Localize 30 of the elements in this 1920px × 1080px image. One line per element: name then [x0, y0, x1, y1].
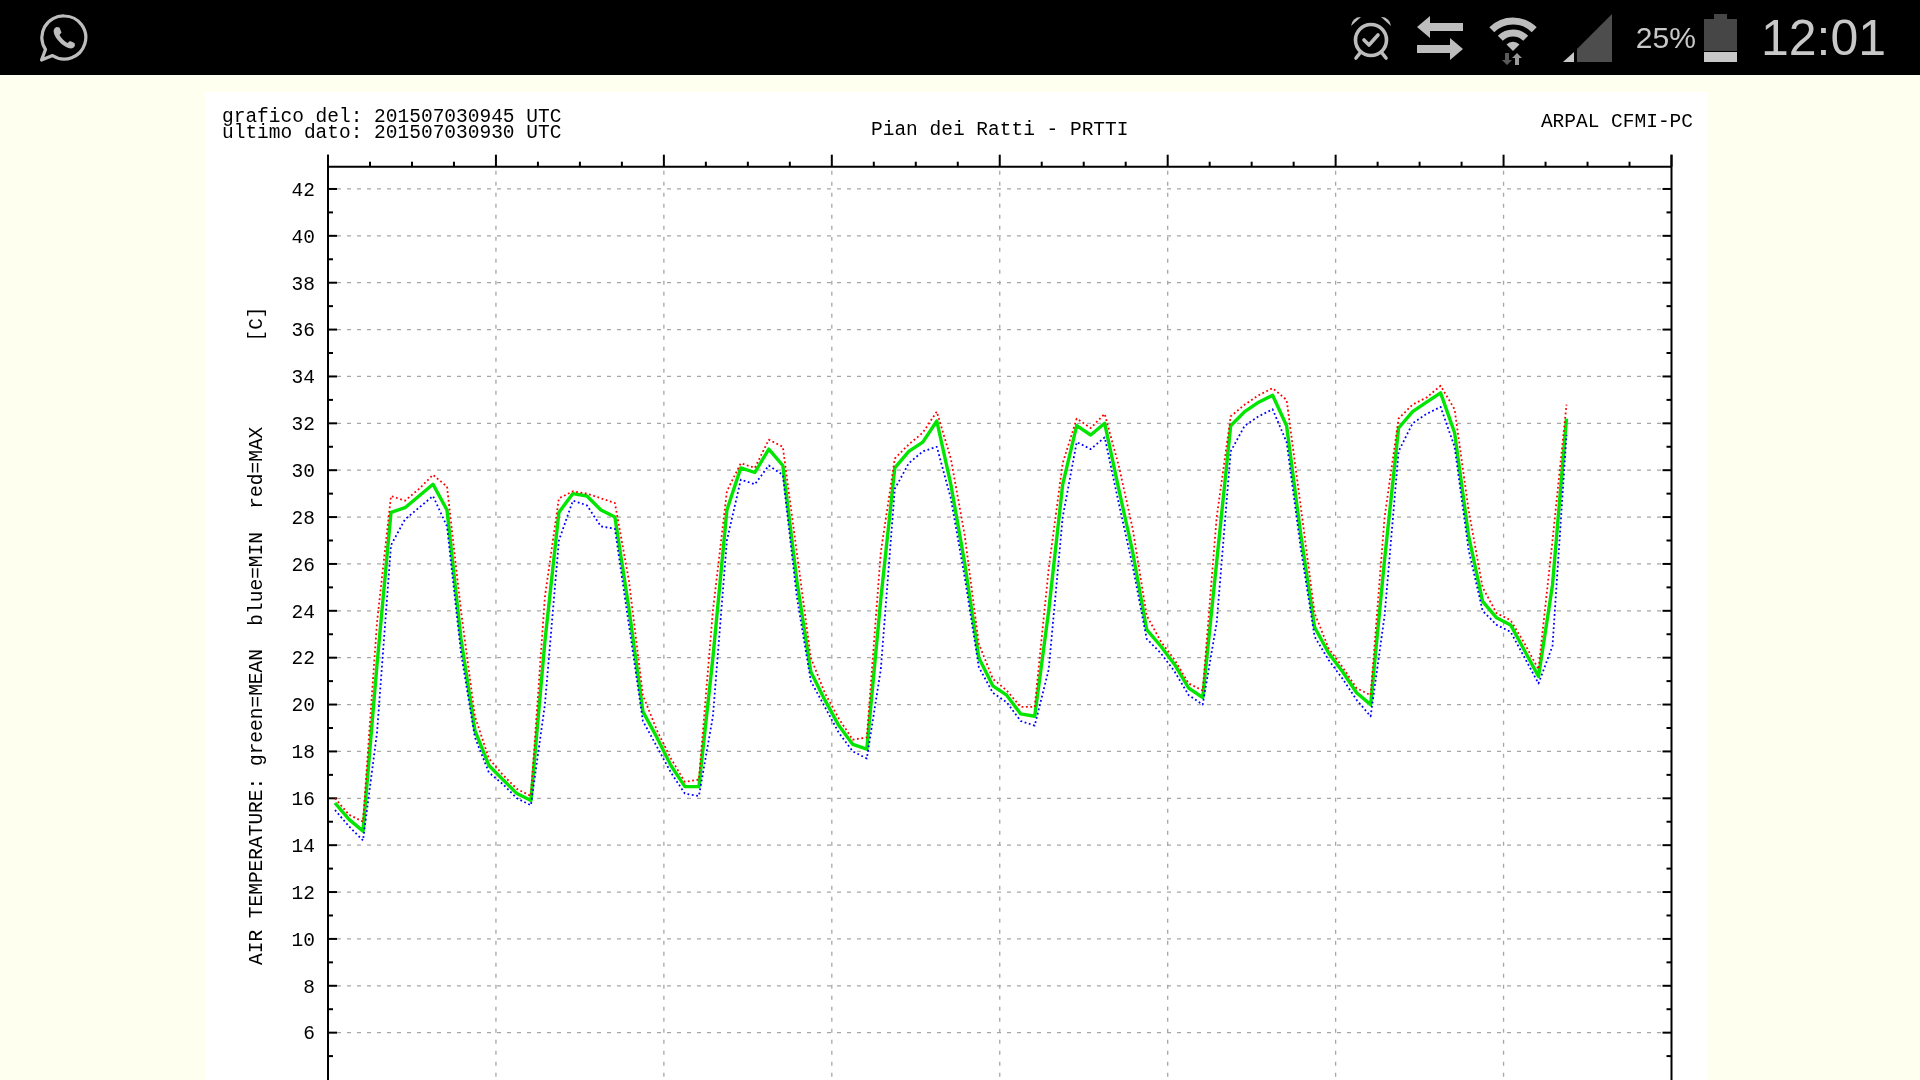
y-tick-label: 8 [303, 976, 315, 999]
transfer-arrows-icon [1416, 15, 1463, 60]
y-tick-label: 12 [291, 882, 315, 905]
y-tick-label: 40 [291, 226, 315, 249]
y-tick-label: 20 [291, 695, 315, 718]
chart-title: Pian dei Ratti - PRTTI [871, 119, 1129, 141]
y-tick-label: 22 [291, 648, 315, 671]
y-tick-label: 36 [291, 320, 315, 343]
alarm-clock-icon [1348, 14, 1393, 61]
y-axis-label: AIR TEMPERATURE: green=MEAN blue=MIN red=MAX [246, 426, 268, 965]
y-tick-label: 24 [291, 601, 315, 624]
y-tick-label: 34 [291, 367, 315, 390]
y-tick-label: 38 [291, 273, 315, 296]
battery-percent: 25% [1635, 22, 1696, 53]
y-tick-label: 30 [291, 461, 315, 483]
chat-bubble-icon [40, 13, 88, 62]
y-tick-label: 16 [291, 789, 315, 812]
y-tick-label: 14 [291, 835, 315, 858]
source-credit: ARPAL CFMI-PC [1540, 111, 1693, 134]
y-tick-label: 10 [291, 929, 315, 952]
y-tick-label: 42 [291, 179, 315, 202]
y-tick-label: 26 [291, 554, 315, 577]
y-tick-label: 18 [291, 742, 315, 765]
signal-icon [1562, 13, 1612, 62]
y-tick-label: 28 [291, 507, 315, 530]
battery-icon [1703, 13, 1737, 62]
y-tick-label: 32 [291, 414, 315, 437]
clock-time: 12:01 [1760, 12, 1886, 63]
unit-label: [C] [246, 306, 268, 342]
y-tick-label: 6 [303, 1023, 315, 1046]
